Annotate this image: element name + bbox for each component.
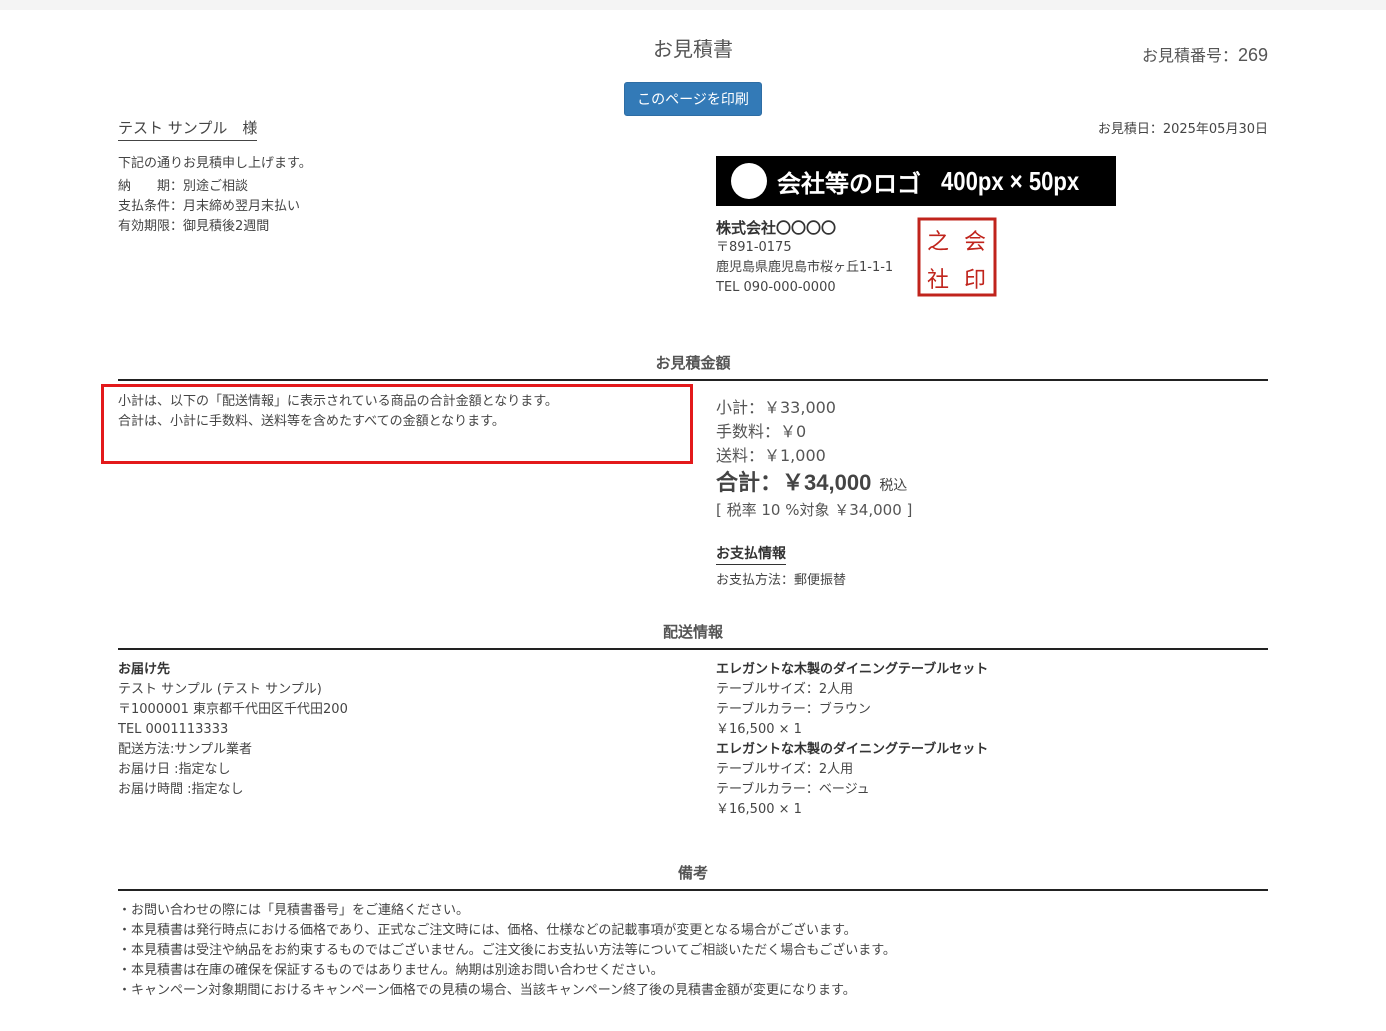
company-tel: TEL 090-000-0000 [716,280,836,295]
payment-method: お支払方法：郵便振替 [716,573,847,588]
quote-number-label: お見積番号： [1141,46,1238,65]
logo-text: 会社等のロゴ [777,169,921,198]
remark-line: ・キャンペーン対象期間におけるキャンペーン価格での見積の場合、当該キャンペーン終… [118,983,856,998]
estimate-section-title: お見積金額 [655,354,731,372]
estimate-divider [118,379,1268,381]
remark-line: ・本見積書は在庫の確保を保証するものではありません。納期は別途お問い合わせくださ… [118,963,664,978]
logo-circle-icon [731,163,767,199]
logo-dimensions: 400px × 50px [941,165,1080,196]
seal-char: 会 [964,230,986,255]
highlight-box [101,384,693,464]
item-name: エレガントな木製のダイニングテーブルセット [716,662,989,677]
seal-char: 社 [927,268,949,293]
shipping-divider [118,648,1268,650]
subtotal: 小計：￥33,000 [716,398,836,417]
item-size: テーブルサイズ：2人用 [716,762,854,777]
item-list: エレガントな木製のダイニングテーブルセット テーブルサイズ：2人用 テーブルカラ… [716,660,988,820]
term-validity: 有効期限：御見積後2週間 [118,219,270,234]
company-logo: 会社等のロゴ 400px × 50px [716,156,1116,206]
payment-heading: お支払情報 [716,543,786,565]
item-price: ￥16,500 × 1 [716,802,802,817]
tax-included: 税込 [879,478,908,494]
quote-number: お見積番号：269 [1142,42,1268,66]
fee: 手数料：￥0 [716,422,807,441]
print-button[interactable]: このページを印刷 [624,82,762,116]
quote-number-value: 269 [1237,45,1268,65]
company-seal-icon: 之 会 社 印 [917,217,997,297]
delivery-method: 配送方法:サンプル業者 [118,742,252,757]
remark-line: ・お問い合わせの際には「見積書番号」をご連絡ください。 [118,903,470,918]
quote-date: お見積日：2025年05月30日 [1097,122,1268,137]
delivery-date: お届け日 :指定なし [118,762,231,777]
term-delivery: 納 期：別途ご相談 [118,179,249,194]
item-name: エレガントな木製のダイニングテーブルセット [716,742,989,757]
item-color: テーブルカラー：ベージュ [716,782,870,797]
shipping-fee: 送料：￥1,000 [716,446,826,465]
remark-line: ・本見積書は受注や納品をお約束するものではございません。ご注文後にお支払い方法等… [118,943,896,958]
item-color: テーブルカラー：ブラウン [716,702,871,717]
seal-char: 之 [927,230,949,255]
shipping-section-title: 配送情報 [662,623,723,641]
term-payment: 支払条件：月末締め翌月末払い [118,199,301,214]
company-name: 株式会社〇〇〇〇 [716,219,837,237]
quote-terms: 納 期：別途ご相談 支払条件：月末締め翌月末払い 有効期限：御見積後2週間 [118,177,300,237]
top-bar [0,0,1386,10]
item-price: ￥16,500 × 1 [716,722,802,737]
recipient-tel: TEL 0001113333 [118,722,229,737]
recipient-heading: お届け先 [118,662,171,677]
greeting-text: 下記の通りお見積申し上げます。 [118,156,312,171]
remarks-section-title: 備考 [677,864,708,882]
remarks-divider [118,889,1268,891]
recipient-info: お届け先 テスト サンプル (テスト サンプル) 〒1000001 東京都千代田… [118,660,348,800]
recipient-address: 〒1000001 東京都千代田区千代田200 [118,702,348,717]
item-size: テーブルサイズ：2人用 [716,682,854,697]
seal-char: 印 [964,268,986,293]
recipient-name: テスト サンプル (テスト サンプル) [118,682,322,697]
total-label: 合計： [716,471,783,496]
total-value: ￥34,000 [782,470,872,495]
customer-name: テスト サンプル 様 [118,117,258,141]
tax-rate: [ 税率 10 %対象 ￥34,000 ] [716,501,913,519]
remark-line: ・本見積書は発行時点における価格であり、正式なご注文時には、価格、仕様などの記載… [118,923,857,938]
delivery-time: お届け時間 :指定なし [118,782,244,797]
company-postal: 〒891-0175 [716,240,792,255]
grand-total: 合計：￥34,000 税込 [716,465,907,497]
company-address: 鹿児島県鹿児島市桜ヶ丘1-1-1 [716,260,894,275]
company-info: 株式会社〇〇〇〇 〒891-0175 鹿児島県鹿児島市桜ヶ丘1-1-1 TEL … [716,218,893,298]
remarks-list: ・お問い合わせの際には「見積書番号」をご連絡ください。 ・本見積書は発行時点にお… [118,901,896,1001]
